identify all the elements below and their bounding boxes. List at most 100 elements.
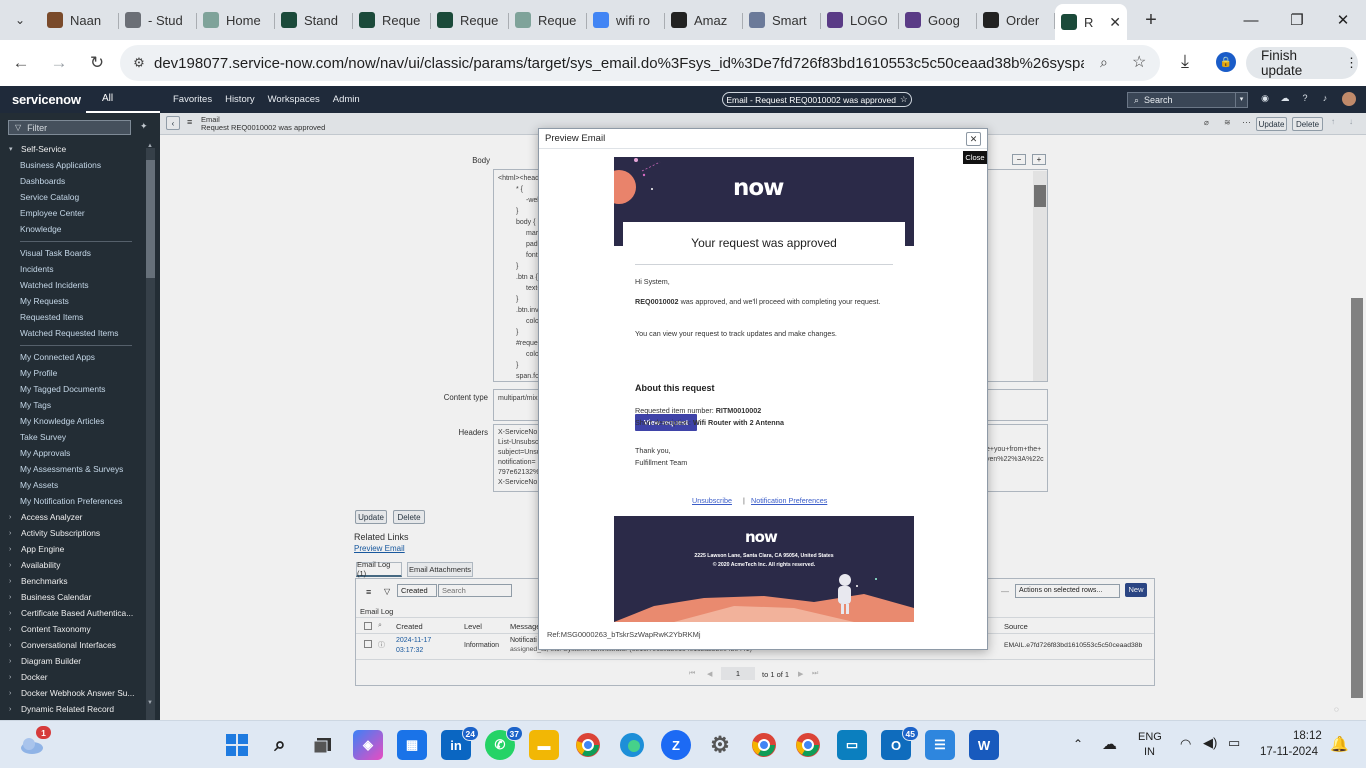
wifi-icon[interactable]: ◠ bbox=[1180, 736, 1191, 752]
scope-globe-icon[interactable]: ◉ bbox=[1259, 93, 1271, 105]
tab-favicon-icon bbox=[1061, 14, 1077, 30]
record-title-pill[interactable]: Email - Request REQ0010002 was approved … bbox=[722, 92, 912, 107]
tab-label: Naan bbox=[70, 12, 102, 28]
notifications-bell-icon[interactable]: ♪ bbox=[1319, 93, 1331, 105]
nav-workspaces[interactable]: Workspaces bbox=[268, 94, 320, 105]
chat-icon[interactable]: ☁ bbox=[1279, 93, 1291, 105]
user-avatar[interactable] bbox=[1342, 92, 1356, 106]
all-menu-tab[interactable]: All bbox=[86, 86, 160, 113]
browser-tab[interactable]: Reque bbox=[353, 4, 431, 36]
new-tab-button[interactable]: + bbox=[1137, 6, 1165, 34]
browser-tab[interactable]: - Stud bbox=[119, 4, 197, 36]
notification-bell-icon[interactable]: 🔔 bbox=[1330, 735, 1349, 753]
search-icon[interactable]: ⌕ bbox=[265, 730, 295, 760]
browser-tab[interactable]: Order bbox=[977, 4, 1055, 36]
outlook-icon[interactable]: O 45 bbox=[881, 726, 919, 760]
store-icon[interactable]: ▦ bbox=[397, 730, 427, 760]
bookmark-star-icon[interactable]: ☆ bbox=[1132, 52, 1146, 72]
profile-lock-icon[interactable]: 🔒 bbox=[1216, 52, 1236, 72]
browser-tab[interactable]: Naan bbox=[41, 4, 119, 36]
nav-favorites[interactable]: Favorites bbox=[173, 94, 212, 105]
chrome-icon[interactable] bbox=[573, 730, 603, 760]
team-signature: Fulfillment Team bbox=[635, 458, 688, 467]
dialog-close-button[interactable]: ✕ bbox=[966, 132, 981, 146]
zoom-icon[interactable]: Z bbox=[661, 730, 691, 760]
onedrive-icon[interactable]: ☁ bbox=[1102, 735, 1117, 753]
language-region[interactable]: IN bbox=[1144, 746, 1155, 758]
remote-desktop-icon[interactable]: ▭ bbox=[837, 730, 867, 760]
address-bar[interactable]: ⚙ dev198077.service-now.com/now/nav/ui/c… bbox=[120, 45, 1160, 81]
settings-gear-icon[interactable]: ⚙ bbox=[705, 730, 735, 760]
short-description-line: Short description: Wifi Router with 2 An… bbox=[635, 417, 893, 429]
whatsapp-badge: 37 bbox=[505, 726, 523, 741]
browser-tab[interactable]: Stand bbox=[275, 4, 353, 36]
nav-history[interactable]: History bbox=[225, 94, 255, 105]
weather-widget-icon[interactable]: 1 bbox=[18, 725, 52, 760]
clock-date[interactable]: 17-11-2024 bbox=[1260, 746, 1318, 758]
request-number: REQ0010002 bbox=[635, 297, 679, 306]
whatsapp-icon[interactable]: ✆ 37 bbox=[485, 726, 523, 760]
thanks: Thank you, bbox=[635, 446, 671, 455]
nav-admin[interactable]: Admin bbox=[333, 94, 360, 105]
close-tooltip: Close bbox=[963, 151, 987, 164]
restore-icon[interactable]: ❐ bbox=[1274, 0, 1320, 40]
show-hidden-icons[interactable]: ⌃ bbox=[1073, 737, 1083, 751]
tab-favicon-icon bbox=[437, 12, 453, 28]
tab-label: LOGO bbox=[850, 12, 888, 28]
word-icon[interactable]: W bbox=[969, 730, 999, 760]
desc-value: Wifi Router with 2 Antenna bbox=[692, 418, 785, 427]
tab-close-icon[interactable]: ✕ bbox=[1109, 14, 1121, 31]
file-explorer-icon[interactable]: ▬ bbox=[529, 730, 559, 760]
task-view-icon[interactable] bbox=[308, 730, 338, 760]
tab-label: Amaz bbox=[694, 12, 728, 28]
browser-tab[interactable]: Smart bbox=[743, 4, 821, 36]
browser-tab[interactable]: Home bbox=[197, 4, 275, 36]
tab-favicon-icon bbox=[47, 12, 63, 28]
tab-favicon-icon bbox=[281, 12, 297, 28]
battery-icon[interactable]: ▭ bbox=[1228, 735, 1240, 751]
download-icon[interactable]: ⤓ bbox=[1181, 51, 1189, 72]
tab-strip: Naan - Stud Home Stand Reque Reque Reque wifi r… bbox=[41, 0, 1127, 40]
back-icon[interactable]: ← bbox=[4, 46, 38, 80]
global-search-input[interactable]: ⌕ Search ▾ bbox=[1127, 92, 1248, 108]
email-heading: Your request was approved bbox=[691, 236, 837, 250]
forward-icon[interactable]: → bbox=[42, 46, 76, 80]
notification-preferences-link[interactable]: Notification Preferences bbox=[751, 496, 827, 505]
clock-time[interactable]: 18:12 bbox=[1293, 730, 1322, 742]
start-button[interactable] bbox=[222, 730, 252, 760]
finish-update-button[interactable]: Finish update ⋮ bbox=[1246, 47, 1358, 79]
favorite-star-icon[interactable]: ☆ bbox=[900, 94, 908, 105]
copilot-icon[interactable]: ◈ bbox=[353, 730, 383, 760]
chrome-profile-1-icon[interactable] bbox=[749, 730, 779, 760]
tab-label: Goog bbox=[928, 12, 960, 28]
help-icon[interactable]: ? bbox=[1299, 93, 1311, 105]
chrome-profile-2-icon[interactable] bbox=[793, 730, 823, 760]
menu-dots-icon: ⋮ bbox=[1345, 55, 1358, 70]
volume-icon[interactable]: ◀) bbox=[1203, 735, 1217, 751]
zoom-search-icon[interactable]: ⌕ bbox=[1100, 54, 1108, 71]
unsubscribe-link[interactable]: Unsubscribe bbox=[692, 496, 732, 505]
edge-icon[interactable] bbox=[617, 730, 647, 760]
notepad-icon[interactable]: ☰ bbox=[925, 730, 955, 760]
minimize-icon[interactable]: — bbox=[1228, 0, 1274, 40]
browser-tab[interactable]: Amaz bbox=[665, 4, 743, 36]
browser-tab[interactable]: Reque bbox=[509, 4, 587, 36]
browser-tab[interactable]: R ✕ bbox=[1055, 4, 1127, 40]
browser-tab[interactable]: LOGO bbox=[821, 4, 899, 36]
browser-tab[interactable]: wifi ro bbox=[587, 4, 665, 36]
window-close-icon[interactable]: ✕ bbox=[1320, 0, 1366, 40]
browser-tab[interactable]: Reque bbox=[431, 4, 509, 36]
reload-icon[interactable]: ↻ bbox=[80, 46, 114, 80]
search-scope-chevron-icon[interactable]: ▾ bbox=[1235, 93, 1247, 107]
tab-favicon-icon bbox=[203, 12, 219, 28]
language-code[interactable]: ENG bbox=[1138, 731, 1162, 743]
tab-search-dropdown-icon[interactable]: ⌄ bbox=[5, 5, 35, 35]
servicenow-logo[interactable]: servicenow bbox=[0, 92, 86, 107]
browser-tab[interactable]: Goog bbox=[899, 4, 977, 36]
url-text[interactable]: dev198077.service-now.com/now/nav/ui/cla… bbox=[154, 55, 1084, 72]
approved-text: was approved, and we'll proceed with com… bbox=[680, 297, 881, 306]
tab-label: wifi ro bbox=[616, 12, 650, 28]
linkedin-icon[interactable]: in 24 bbox=[441, 726, 479, 760]
tab-favicon-icon bbox=[749, 12, 765, 28]
site-info-icon[interactable]: ⚙ bbox=[124, 55, 154, 71]
